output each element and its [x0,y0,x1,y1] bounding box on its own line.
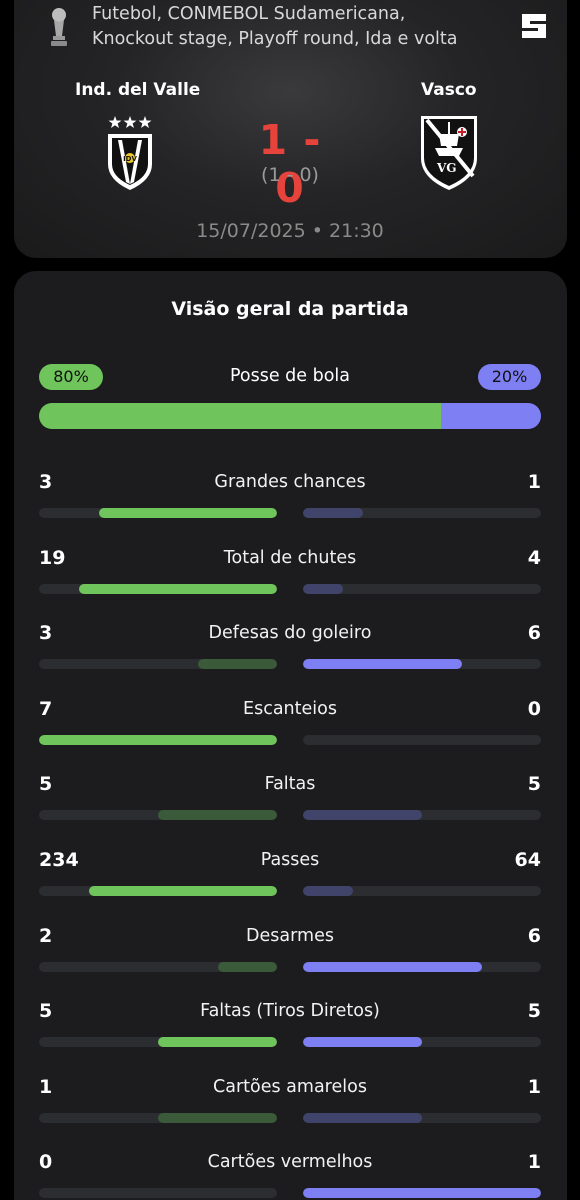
competition-line-1: Futebol, CONMEBOL Sudamericana, [92,4,406,24]
stat-row: 1 Cartões amarelos 1 [0,1076,580,1128]
stat-away-track [303,734,541,745]
stat-label: Faltas (Tiros Diretos) [200,1001,380,1022]
stat-label: Escanteios [243,698,337,719]
stat-away-fill [303,583,344,594]
stat-row: 7 Escanteios 0 [0,698,580,750]
competition-line-2: Knockout stage, Playoff round, Ida e vol… [92,29,458,49]
stat-label: Passes [260,850,320,870]
stat-away-track [303,1112,541,1123]
competition-info: Futebol, CONMEBOL Sudamericana, Knockout… [46,2,506,52]
stat-away-value: 1 [527,1151,541,1174]
stat-home-track [39,1188,277,1199]
stat-away-fill [303,886,353,896]
svg-text:IDV: IDV [123,155,137,163]
stat-away-fill [303,961,482,972]
stat-away-value: 5 [527,773,541,796]
stat-home-fill [158,1112,277,1123]
home-possession-fill [39,403,441,429]
stat-home-value: 2 [39,924,53,947]
stat-away-track [303,886,541,896]
stat-home-fill [217,961,277,972]
stat-away-fill [303,1112,422,1123]
stat-row: 3 Grandes chances 1 [0,471,580,523]
match-datetime: 15/07/2025 • 21:30 [196,220,384,242]
stat-home-fill [158,1037,277,1048]
stat-home-value: 19 [39,546,66,569]
stat-home-value: 7 [39,697,53,720]
stat-home-value: 3 [39,622,53,645]
stat-home-track [39,886,277,896]
stat-home-track [39,1037,277,1048]
stat-label: Cartões vermelhos [207,1152,373,1173]
stat-home-fill [79,583,277,594]
stat-home-value: 5 [39,1000,53,1023]
stat-away-fill [303,1037,422,1048]
stat-home-fill [98,508,277,518]
stat-away-fill [303,810,422,821]
stat-away-track [303,508,541,518]
stat-home-track [39,659,277,670]
stat-away-track [303,659,541,670]
possession-bar [39,403,541,429]
stat-home-fill [88,886,277,896]
stat-row: 234 Passes 64 [0,849,580,901]
away-team-crest-icon[interactable]: VG [417,112,481,192]
away-possession-badge: 20% [478,364,541,390]
stat-row: 2 Desarmes 6 [0,925,580,977]
stat-home-track [39,810,277,821]
away-team-name[interactable]: Vasco [421,80,477,100]
stat-away-value: 64 [514,849,541,871]
home-team-name[interactable]: Ind. del Valle [75,80,200,100]
stat-away-track [303,961,541,972]
stat-away-fill [303,659,463,670]
trophy-icon [51,8,67,46]
stat-row: 19 Total de chutes 4 [0,547,580,599]
home-possession-badge: 80% [39,364,103,390]
stat-away-value: 6 [527,622,541,645]
home-team-crest-icon[interactable]: IDV [104,112,156,192]
stat-away-value: 1 [527,471,541,493]
stat-away-track [303,583,541,594]
stat-away-value: 5 [527,1000,541,1023]
stat-home-value: 234 [39,849,79,871]
stat-home-track [39,508,277,518]
possession-label: Posse de bola [229,366,351,386]
stat-home-value: 0 [39,1151,53,1174]
stat-label: Total de chutes [223,547,357,568]
stat-row: 0 Cartões vermelhos 1 [0,1151,580,1200]
stat-row: 5 Faltas (Tiros Diretos) 5 [0,1000,580,1052]
stat-away-fill [303,508,363,518]
stat-home-track [39,583,277,594]
brand-logo-icon[interactable] [520,12,548,40]
stat-row: 3 Defesas do goleiro 6 [0,622,580,674]
stat-away-track [303,810,541,821]
stat-label: Grandes chances [214,472,366,492]
stat-row: 5 Faltas 5 [0,773,580,825]
stat-away-value: 1 [527,1075,541,1098]
stat-home-track [39,961,277,972]
stat-away-value: 4 [527,546,541,569]
stat-home-fill [158,810,277,821]
svg-text:VG: VG [436,161,457,175]
away-possession-fill [440,403,541,429]
stat-label: Faltas [264,774,316,795]
stat-home-fill [39,734,277,745]
stat-home-track [39,734,277,745]
stat-away-value: 6 [527,924,541,947]
stat-home-track [39,1112,277,1123]
overview-title: Visão geral da partida [171,298,409,320]
stat-home-value: 1 [39,1075,53,1098]
aggregate-score: (1 - 0) [261,164,319,186]
stat-label: Cartões amarelos [213,1076,367,1097]
stat-away-track [303,1188,541,1199]
stat-label: Defesas do goleiro [208,623,372,644]
stat-away-fill [303,1188,541,1199]
stat-label: Desarmes [246,925,334,946]
stat-away-value: 0 [527,697,541,720]
stat-home-value: 3 [39,471,53,493]
stat-home-fill [198,659,277,670]
stat-away-track [303,1037,541,1048]
stat-home-value: 5 [39,773,53,796]
